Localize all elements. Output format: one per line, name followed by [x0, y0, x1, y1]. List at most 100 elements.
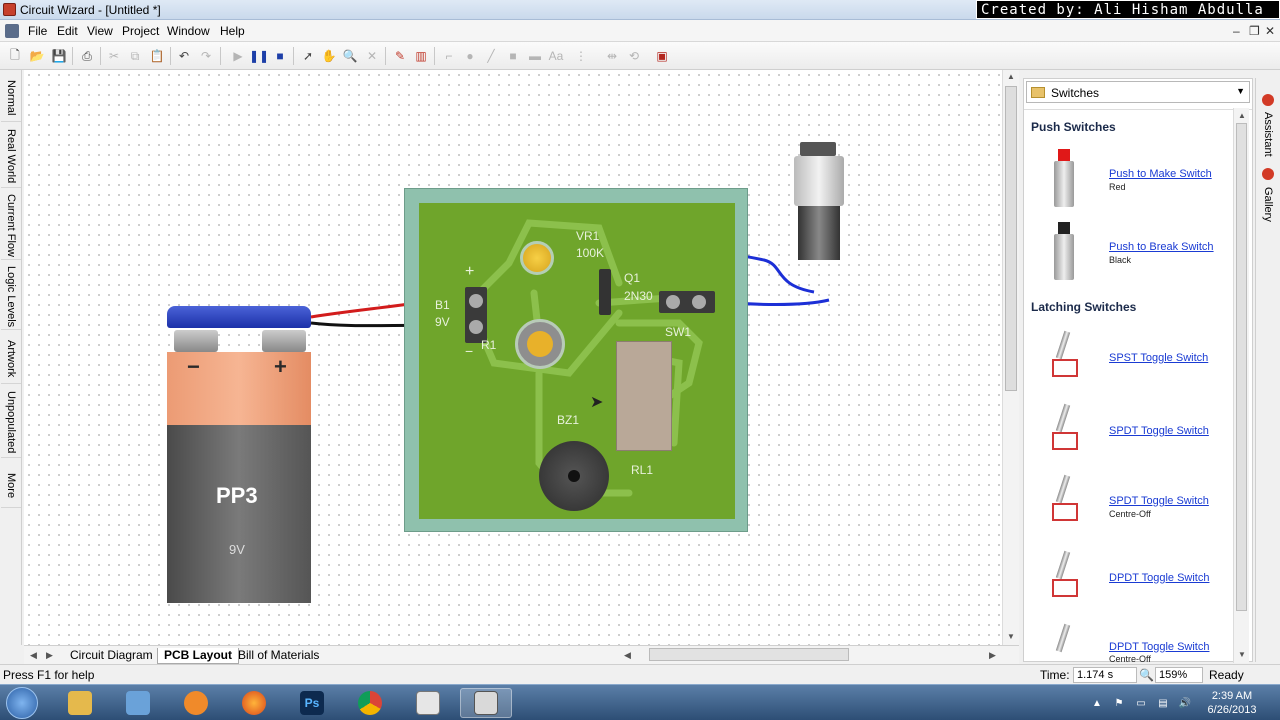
- tab-circuit-diagram[interactable]: Circuit Diagram: [64, 648, 159, 662]
- transistor-q1[interactable]: [599, 269, 611, 315]
- align-icon[interactable]: ⋮: [572, 47, 590, 65]
- tab-current-flow[interactable]: Current Flow: [1, 192, 21, 260]
- start-button[interactable]: [6, 687, 38, 719]
- gallery-category-select[interactable]: Switches ▼: [1026, 81, 1250, 103]
- rotate-icon[interactable]: ⟲: [625, 47, 643, 65]
- tab-real-world[interactable]: Real World: [1, 126, 21, 188]
- tray-volume-icon[interactable]: 🔊: [1178, 696, 1192, 710]
- zoom-icon[interactable]: 🔍: [341, 47, 359, 65]
- line-icon[interactable]: ╱: [482, 47, 500, 65]
- taskbar-photoshop[interactable]: Ps: [286, 688, 338, 718]
- gallery-link[interactable]: Push to Make Switch: [1109, 168, 1212, 180]
- terminal-sw1[interactable]: [659, 291, 715, 313]
- menu-window[interactable]: Window: [167, 24, 210, 38]
- cut-icon[interactable]: ✂: [105, 47, 123, 65]
- buzzer-bz1[interactable]: [539, 441, 609, 511]
- push-switch-body[interactable]: [794, 156, 844, 206]
- scroll-thumb[interactable]: [1236, 123, 1247, 611]
- taskbar-firefox[interactable]: [228, 688, 280, 718]
- label-b1: B1: [435, 298, 450, 312]
- terminal-b1[interactable]: [465, 287, 487, 343]
- chevron-down-icon[interactable]: ▼: [1236, 86, 1245, 96]
- canvas-vertical-scrollbar[interactable]: ▲ ▼: [1002, 70, 1019, 645]
- minimize-icon[interactable]: –: [1233, 24, 1240, 38]
- gallery-link[interactable]: SPDT Toggle Switch: [1109, 425, 1209, 437]
- ldr-r1[interactable]: [515, 319, 565, 369]
- new-icon[interactable]: 🗋: [6, 47, 24, 65]
- pause-icon[interactable]: ❚❚: [249, 47, 269, 65]
- menu-file[interactable]: File: [28, 24, 47, 38]
- hscroll-right-icon[interactable]: ▶: [989, 650, 996, 661]
- redo-icon[interactable]: ↷: [197, 47, 215, 65]
- select-pointer-icon[interactable]: ➚: [299, 47, 317, 65]
- section-latching-switches: Latching Switches: [1031, 300, 1137, 314]
- tab-assistant[interactable]: Assistant: [1259, 110, 1277, 158]
- trimmer-vr1[interactable]: [520, 241, 554, 275]
- tab-prev-icon[interactable]: ◀: [30, 650, 37, 661]
- delete-icon[interactable]: ✕: [363, 47, 381, 65]
- graph-icon[interactable]: ▥: [412, 47, 430, 65]
- taskbar-app-box[interactable]: [112, 688, 164, 718]
- taskbar-window[interactable]: [402, 688, 454, 718]
- save-icon[interactable]: 💾: [50, 47, 68, 65]
- tab-logic-levels[interactable]: Logic Levels: [1, 264, 21, 330]
- probe-icon[interactable]: ✎: [391, 47, 409, 65]
- gallery-link[interactable]: Push to Break Switch: [1109, 241, 1214, 253]
- taskbar-explorer[interactable]: [54, 688, 106, 718]
- pcb-canvas[interactable]: − + PP3 9V VR1 100K Q1 2N30 B1 9V + R1 −…: [24, 70, 1002, 645]
- tab-pcb-layout[interactable]: PCB Layout: [157, 648, 240, 664]
- tab-unpopulated[interactable]: Unpopulated: [1, 388, 21, 458]
- taskbar-media-player[interactable]: [170, 688, 222, 718]
- text-icon[interactable]: Aa: [547, 47, 565, 65]
- scroll-up-icon[interactable]: ▲: [1238, 111, 1246, 120]
- menu-view[interactable]: View: [87, 24, 113, 38]
- close-icon[interactable]: ✕: [1265, 24, 1275, 38]
- taskbar-chrome[interactable]: [344, 688, 396, 718]
- restore-icon[interactable]: ❐: [1249, 24, 1260, 38]
- flip-icon[interactable]: ⇹: [603, 47, 621, 65]
- tab-more[interactable]: More: [1, 464, 21, 508]
- scroll-thumb[interactable]: [1005, 86, 1017, 391]
- gallery-link[interactable]: DPDT Toggle Switch: [1109, 641, 1209, 653]
- tab-bill-of-materials[interactable]: Bill of Materials: [232, 648, 325, 662]
- undo-icon[interactable]: ↶: [175, 47, 193, 65]
- push-switch-cap[interactable]: [800, 142, 836, 156]
- hscroll-left-icon[interactable]: ◀: [624, 650, 631, 661]
- paste-icon[interactable]: 📋: [148, 47, 166, 65]
- copy-icon[interactable]: ⧉: [126, 47, 144, 65]
- wire-icon[interactable]: ⌐: [440, 47, 458, 65]
- menu-project[interactable]: Project: [122, 24, 159, 38]
- scroll-down-icon[interactable]: ▼: [1238, 650, 1246, 659]
- tab-normal[interactable]: Normal: [1, 74, 21, 122]
- gallery-link[interactable]: DPDT Toggle Switch: [1109, 572, 1209, 584]
- tab-artwork[interactable]: Artwork: [1, 334, 21, 384]
- tab-gallery[interactable]: Gallery: [1259, 184, 1277, 224]
- document-icon[interactable]: [5, 24, 19, 38]
- rectangle-icon[interactable]: ■: [504, 47, 522, 65]
- fill-icon[interactable]: ▬: [526, 47, 544, 65]
- pcb-board[interactable]: VR1 100K Q1 2N30 B1 9V + R1 − SW1 BZ1 RL…: [404, 188, 748, 532]
- tray-monitor-icon[interactable]: ▭: [1134, 696, 1148, 710]
- scroll-up-icon[interactable]: ▲: [1007, 72, 1015, 81]
- tray-network-icon[interactable]: ▤: [1156, 696, 1170, 710]
- pan-hand-icon[interactable]: ✋: [320, 47, 338, 65]
- tray-flag-icon[interactable]: ⚑: [1112, 696, 1126, 710]
- relay-rl1[interactable]: [616, 341, 672, 451]
- tray-arrow-icon[interactable]: ▲: [1090, 696, 1104, 710]
- gallery-link[interactable]: SPST Toggle Switch: [1109, 352, 1208, 364]
- gallery-scrollbar[interactable]: ▲ ▼: [1233, 108, 1249, 663]
- taskbar-clock[interactable]: 2:39 AM 6/26/2013: [1204, 689, 1260, 717]
- horizontal-scroll-thumb[interactable]: [649, 648, 849, 661]
- print-icon[interactable]: ⎙: [78, 47, 96, 65]
- junction-icon[interactable]: ●: [461, 47, 479, 65]
- component-icon[interactable]: ▣: [653, 47, 671, 65]
- gallery-link[interactable]: SPDT Toggle Switch: [1109, 495, 1209, 507]
- scroll-down-icon[interactable]: ▼: [1007, 632, 1015, 641]
- open-icon[interactable]: 📂: [28, 47, 46, 65]
- taskbar-circuit-wizard[interactable]: [460, 688, 512, 718]
- menu-edit[interactable]: Edit: [57, 24, 78, 38]
- play-icon[interactable]: ▶: [229, 47, 247, 65]
- stop-icon[interactable]: ■: [271, 47, 289, 65]
- menu-help[interactable]: Help: [220, 24, 245, 38]
- tab-next-icon[interactable]: ▶: [46, 650, 53, 661]
